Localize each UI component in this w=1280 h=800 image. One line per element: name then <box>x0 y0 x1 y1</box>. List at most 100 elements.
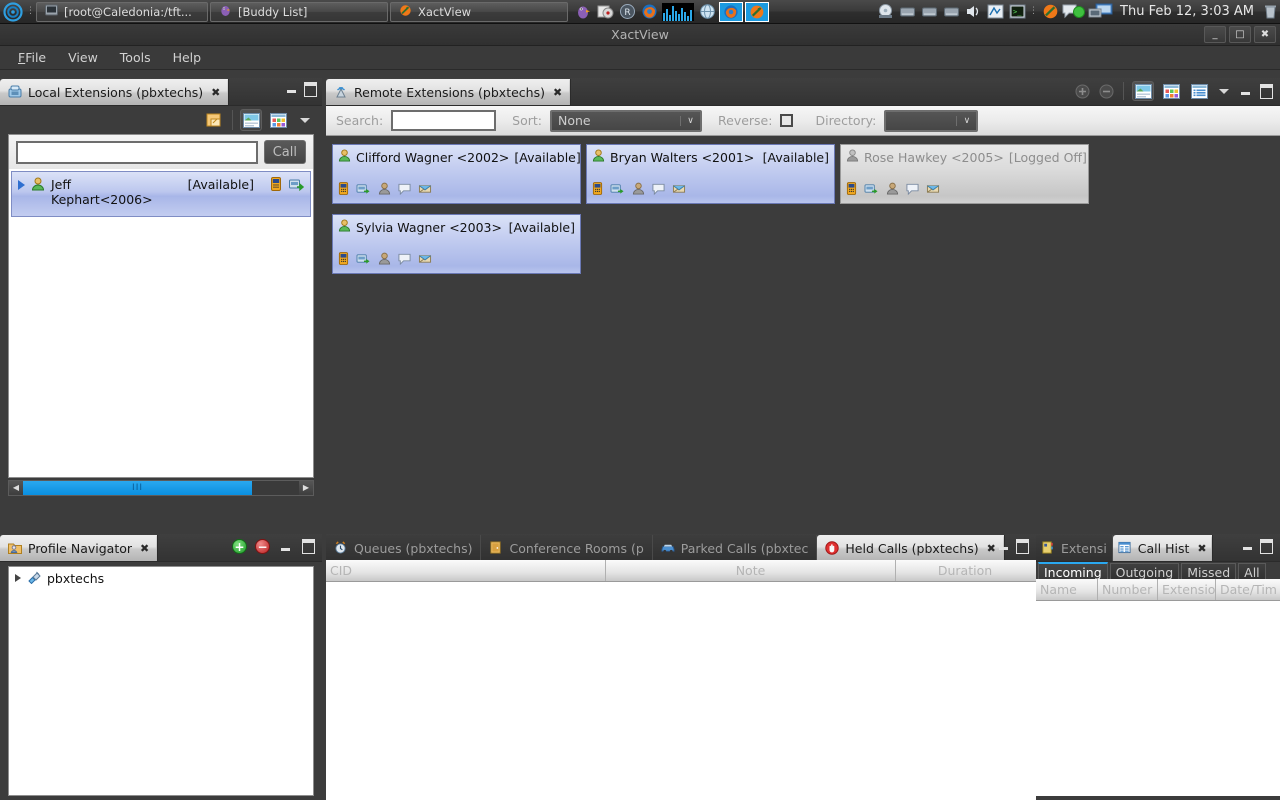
network-icon[interactable] <box>985 2 1005 22</box>
transfer-icon[interactable] <box>864 182 879 198</box>
search-input[interactable] <box>16 141 258 164</box>
tab-close-icon[interactable]: ✖ <box>140 542 149 555</box>
panel-maximize-button[interactable] <box>1259 84 1274 98</box>
scroll-right-button[interactable]: ▶ <box>299 481 313 495</box>
xchat-icon[interactable] <box>1040 2 1060 22</box>
tab-remote-extensions[interactable]: Remote Extensions (pbxtechs) ✖ <box>326 79 571 105</box>
contact-card[interactable]: Sylvia Wagner <2003> [Available] <box>332 214 581 274</box>
cellphone-icon[interactable] <box>846 182 857 198</box>
monitor-graph-icon[interactable] <box>661 2 695 22</box>
panel-maximize-button[interactable] <box>301 540 316 554</box>
grid-view-icon[interactable] <box>1160 81 1182 101</box>
sort-select[interactable]: None ∨ <box>550 110 702 132</box>
panel-minimize-button[interactable] <box>996 539 1011 553</box>
tab-close-icon[interactable]: ✖ <box>553 86 562 99</box>
xactview-window-icon[interactable] <box>745 2 769 22</box>
tab-close-icon[interactable]: ✖ <box>1197 542 1206 555</box>
transfer-icon[interactable] <box>289 177 304 194</box>
tab-close-icon[interactable]: ✖ <box>211 86 220 99</box>
voicemail-icon[interactable] <box>418 252 432 268</box>
trash-icon[interactable] <box>1260 2 1280 22</box>
volume-icon[interactable] <box>963 2 983 22</box>
add-profile-button[interactable]: + <box>232 539 247 554</box>
tab-queues[interactable]: Queues (pbxtechs) <box>326 535 481 561</box>
held-calls-table-body[interactable] <box>326 582 1036 800</box>
registry-icon[interactable]: R <box>617 2 637 22</box>
cellphone-icon[interactable] <box>270 177 282 194</box>
tab-extensions[interactable]: Extensi <box>1036 535 1113 561</box>
globe-icon[interactable] <box>697 2 717 22</box>
tab-held-calls[interactable]: Held Calls (pbxtechs) ✖ <box>817 535 1004 561</box>
remote-desktop-icon[interactable] <box>1088 2 1114 22</box>
taskbar-window-buddylist[interactable]: [Buddy List] <box>210 2 388 22</box>
expand-arrow-icon[interactable] <box>15 574 21 582</box>
plus-circle-icon[interactable] <box>1073 82 1091 100</box>
drive-icon-3[interactable] <box>941 2 961 22</box>
cellphone-icon[interactable] <box>592 182 603 198</box>
transfer-icon[interactable] <box>356 182 371 198</box>
panel-maximize-button[interactable] <box>1015 539 1030 553</box>
profile-tree[interactable]: pbxtechs <box>8 566 314 796</box>
tab-local-extensions[interactable]: Local Extensions (pbxtechs) ✖ <box>0 79 229 105</box>
detail-view-icon[interactable] <box>240 109 262 131</box>
reverse-checkbox[interactable] <box>780 114 793 127</box>
firefox-icon[interactable] <box>639 2 659 22</box>
chat-icon[interactable] <box>652 182 665 198</box>
drive-icon-2[interactable] <box>919 2 939 22</box>
chat-icon[interactable] <box>906 182 919 198</box>
tab-conference-rooms[interactable]: Conference Rooms (p <box>481 535 652 561</box>
disc-icon[interactable] <box>875 2 895 22</box>
panel-minimize-button[interactable] <box>278 540 293 554</box>
column-header-number[interactable]: Number <box>1098 579 1158 600</box>
pidgin-icon[interactable] <box>573 2 593 22</box>
minus-circle-icon[interactable] <box>1097 82 1115 100</box>
expand-arrow-icon[interactable] <box>18 180 25 190</box>
scroll-left-button[interactable]: ◀ <box>9 481 23 495</box>
contact-card[interactable]: Clifford Wagner <2002> [Available] <box>332 144 581 204</box>
voicemail-icon[interactable] <box>672 182 686 198</box>
call-button[interactable]: Call <box>264 140 306 164</box>
firefox-window-icon[interactable] <box>719 2 743 22</box>
contact-card[interactable]: Rose Hawkey <2005> [Logged Off] <box>840 144 1089 204</box>
remove-profile-button[interactable]: − <box>255 539 270 554</box>
column-header-note[interactable]: Note <box>606 560 896 581</box>
menu-view[interactable]: View <box>58 47 108 68</box>
column-header-name[interactable]: Name <box>1036 579 1098 600</box>
menu-tools[interactable]: Tools <box>110 47 161 68</box>
contact-icon[interactable] <box>378 252 391 268</box>
scrollbar-thumb[interactable]: III <box>23 481 252 495</box>
transfer-icon[interactable] <box>356 252 371 268</box>
contact-card[interactable]: Bryan Walters <2001> [Available] <box>586 144 835 204</box>
system-menu-icon[interactable] <box>0 0 26 24</box>
list-view-icon[interactable] <box>1188 81 1210 101</box>
tab-profile-navigator[interactable]: Profile Navigator ✖ <box>0 535 158 561</box>
column-header-datetime[interactable]: Date/Tim <box>1216 579 1280 600</box>
chat-icon[interactable] <box>398 182 411 198</box>
window-minimize-button[interactable]: _ <box>1204 26 1226 43</box>
directory-select[interactable]: ∨ <box>884 110 978 132</box>
chat-icon[interactable] <box>398 252 411 268</box>
terminal-tray-icon[interactable]: >_ <box>1007 2 1027 22</box>
contact-icon[interactable] <box>378 182 391 198</box>
list-item[interactable]: Jeff Kephart<2006> [Available] <box>11 171 311 217</box>
panel-minimize-button[interactable] <box>1238 84 1253 98</box>
contact-icon[interactable] <box>632 182 645 198</box>
taskbar-drag-handle[interactable]: ⋮ <box>26 0 35 24</box>
tree-item[interactable]: pbxtechs <box>9 567 313 589</box>
cd-burner-icon[interactable] <box>595 2 615 22</box>
tray-drag-handle[interactable]: ⋮ <box>1029 0 1038 24</box>
chat-bubble-icon[interactable] <box>1062 2 1086 22</box>
panel-minimize-button[interactable] <box>284 82 299 96</box>
local-extensions-hscrollbar[interactable]: ◀ III ▶ <box>8 480 314 496</box>
popout-icon[interactable] <box>203 109 225 131</box>
menu-file[interactable]: FFile <box>8 47 56 68</box>
chevron-down-icon[interactable] <box>1216 81 1232 101</box>
menu-help[interactable]: Help <box>163 47 212 68</box>
panel-maximize-button[interactable] <box>1259 539 1274 553</box>
tab-parked-calls[interactable]: Parked Calls (pbxtec <box>653 535 818 561</box>
call-history-table-body[interactable] <box>1036 601 1280 796</box>
contact-icon[interactable] <box>886 182 899 198</box>
cellphone-icon[interactable] <box>338 182 349 198</box>
taskbar-window-terminal[interactable]: [root@Caledonia:/tft... <box>36 2 208 22</box>
column-header-duration[interactable]: Duration <box>896 560 1034 581</box>
